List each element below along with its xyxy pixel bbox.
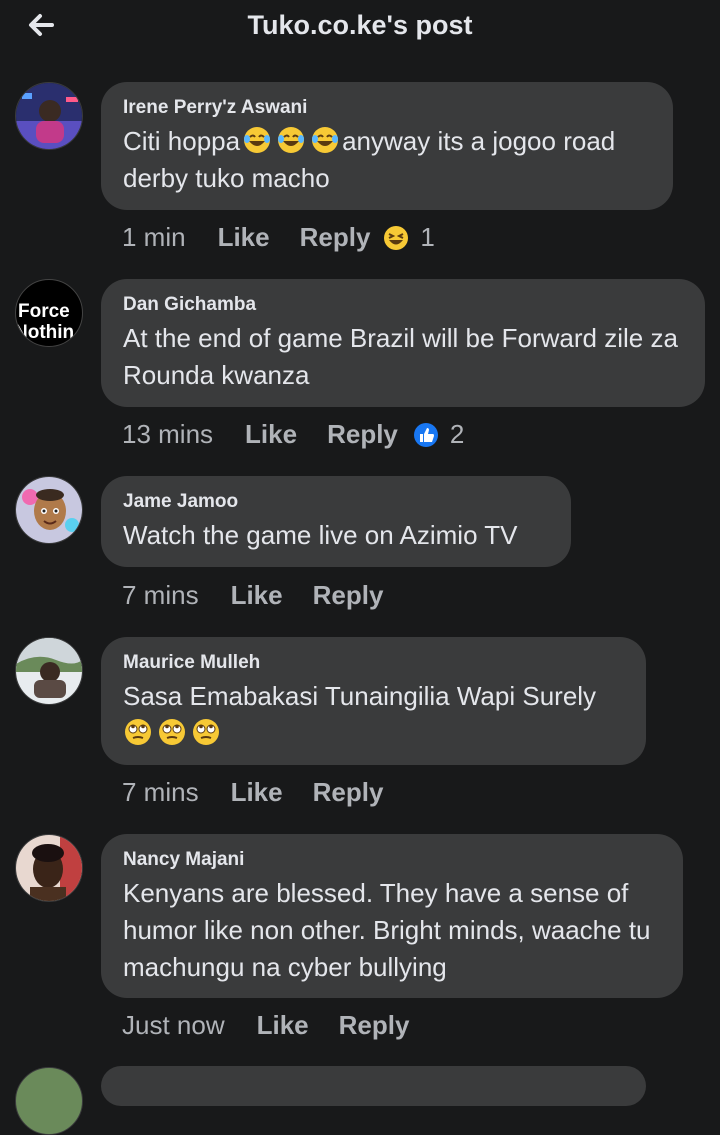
reply-button[interactable]: Reply	[313, 777, 384, 808]
comment-text-prefix: Citi hoppa	[123, 126, 241, 156]
avatar[interactable]	[15, 834, 83, 902]
comment-author[interactable]: Nancy Majani	[123, 849, 661, 871]
comment-author[interactable]: Jame Jamoo	[123, 491, 549, 513]
comment-time[interactable]: Just now	[122, 1010, 225, 1041]
like-button[interactable]: Like	[231, 580, 283, 611]
avatar[interactable]	[15, 1067, 83, 1135]
comment-bubble[interactable]: Dan Gichamba At the end of game Brazil w…	[101, 279, 705, 407]
comment-meta: 7 mins Like Reply	[122, 777, 383, 808]
avatar[interactable]	[15, 476, 83, 544]
comment-meta: 1 min Like Reply 1	[122, 222, 435, 253]
comment-bubble[interactable]	[101, 1066, 646, 1106]
comment-text: Kenyans are blessed. They have a sense o…	[123, 878, 651, 982]
comment-time[interactable]: 7 mins	[122, 580, 199, 611]
emoji-row	[123, 715, 624, 752]
reaction-count: 2	[449, 419, 465, 449]
avatar[interactable]: Force Nothin	[15, 279, 83, 347]
comment-bubble[interactable]: Nancy Majani Kenyans are blessed. They h…	[101, 834, 683, 998]
haha-reaction-icon[interactable]	[382, 224, 410, 252]
comment-meta: 7 mins Like Reply	[122, 580, 383, 611]
laughing-tears-emoji-icon	[278, 127, 305, 153]
eye-roll-emoji-icon	[193, 719, 219, 745]
avatar-text: Force Nothin	[15, 301, 75, 343]
like-button[interactable]: Like	[257, 1010, 309, 1041]
comment-author[interactable]: Dan Gichamba	[123, 294, 683, 316]
reaction-count: 1	[420, 222, 435, 252]
comment-meta: 13 mins Like Reply 2	[122, 419, 464, 450]
comment-meta: Just now Like Reply	[122, 1010, 409, 1041]
reply-button[interactable]: Reply	[327, 419, 398, 450]
reply-button[interactable]: Reply	[339, 1010, 410, 1041]
like-button[interactable]: Like	[218, 222, 270, 253]
eye-roll-emoji-icon	[125, 719, 151, 745]
comment-text: At the end of game Brazil will be Forwar…	[123, 323, 678, 390]
reply-button[interactable]: Reply	[313, 580, 384, 611]
comment-bubble[interactable]: Irene Perry'z Aswani Citi hoppa anyway it…	[101, 82, 673, 210]
top-bar: Tuko.co.ke's post	[0, 0, 720, 56]
comment-text-line: Sasa Emabakasi Tunaingilia Wapi Surely	[123, 681, 597, 711]
laughing-tears-emoji-icon	[244, 127, 271, 153]
comment-time[interactable]: 7 mins	[122, 777, 199, 808]
comment-text: Watch the game live on Azimio TV	[123, 520, 518, 550]
comment-time[interactable]: 13 mins	[122, 419, 213, 450]
comment-bubble[interactable]: Maurice Mulleh Sasa Emabakasi Tunaingili…	[101, 637, 646, 765]
comment-text: Sasa Emabakasi Tunaingilia Wapi Surely	[123, 678, 624, 752]
page-title: Tuko.co.ke's post	[247, 10, 473, 40]
avatar[interactable]	[15, 82, 83, 150]
comment-bubble[interactable]: Jame Jamoo Watch the game live on Azimio…	[101, 476, 571, 567]
like-button[interactable]: Like	[231, 777, 283, 808]
comment-text: Citi hoppa anyway its a jogoo road derby …	[123, 123, 651, 197]
like-reaction-icon[interactable]	[412, 421, 440, 449]
comment-time[interactable]: 1 min	[122, 222, 186, 253]
reply-button[interactable]: Reply	[300, 222, 371, 253]
comment-author[interactable]: Maurice Mulleh	[123, 652, 624, 674]
eye-roll-emoji-icon	[159, 719, 185, 745]
comment-author[interactable]: Irene Perry'z Aswani	[123, 97, 651, 119]
avatar[interactable]	[15, 637, 83, 705]
laughing-tears-emoji-icon	[312, 127, 339, 153]
like-button[interactable]: Like	[245, 419, 297, 450]
